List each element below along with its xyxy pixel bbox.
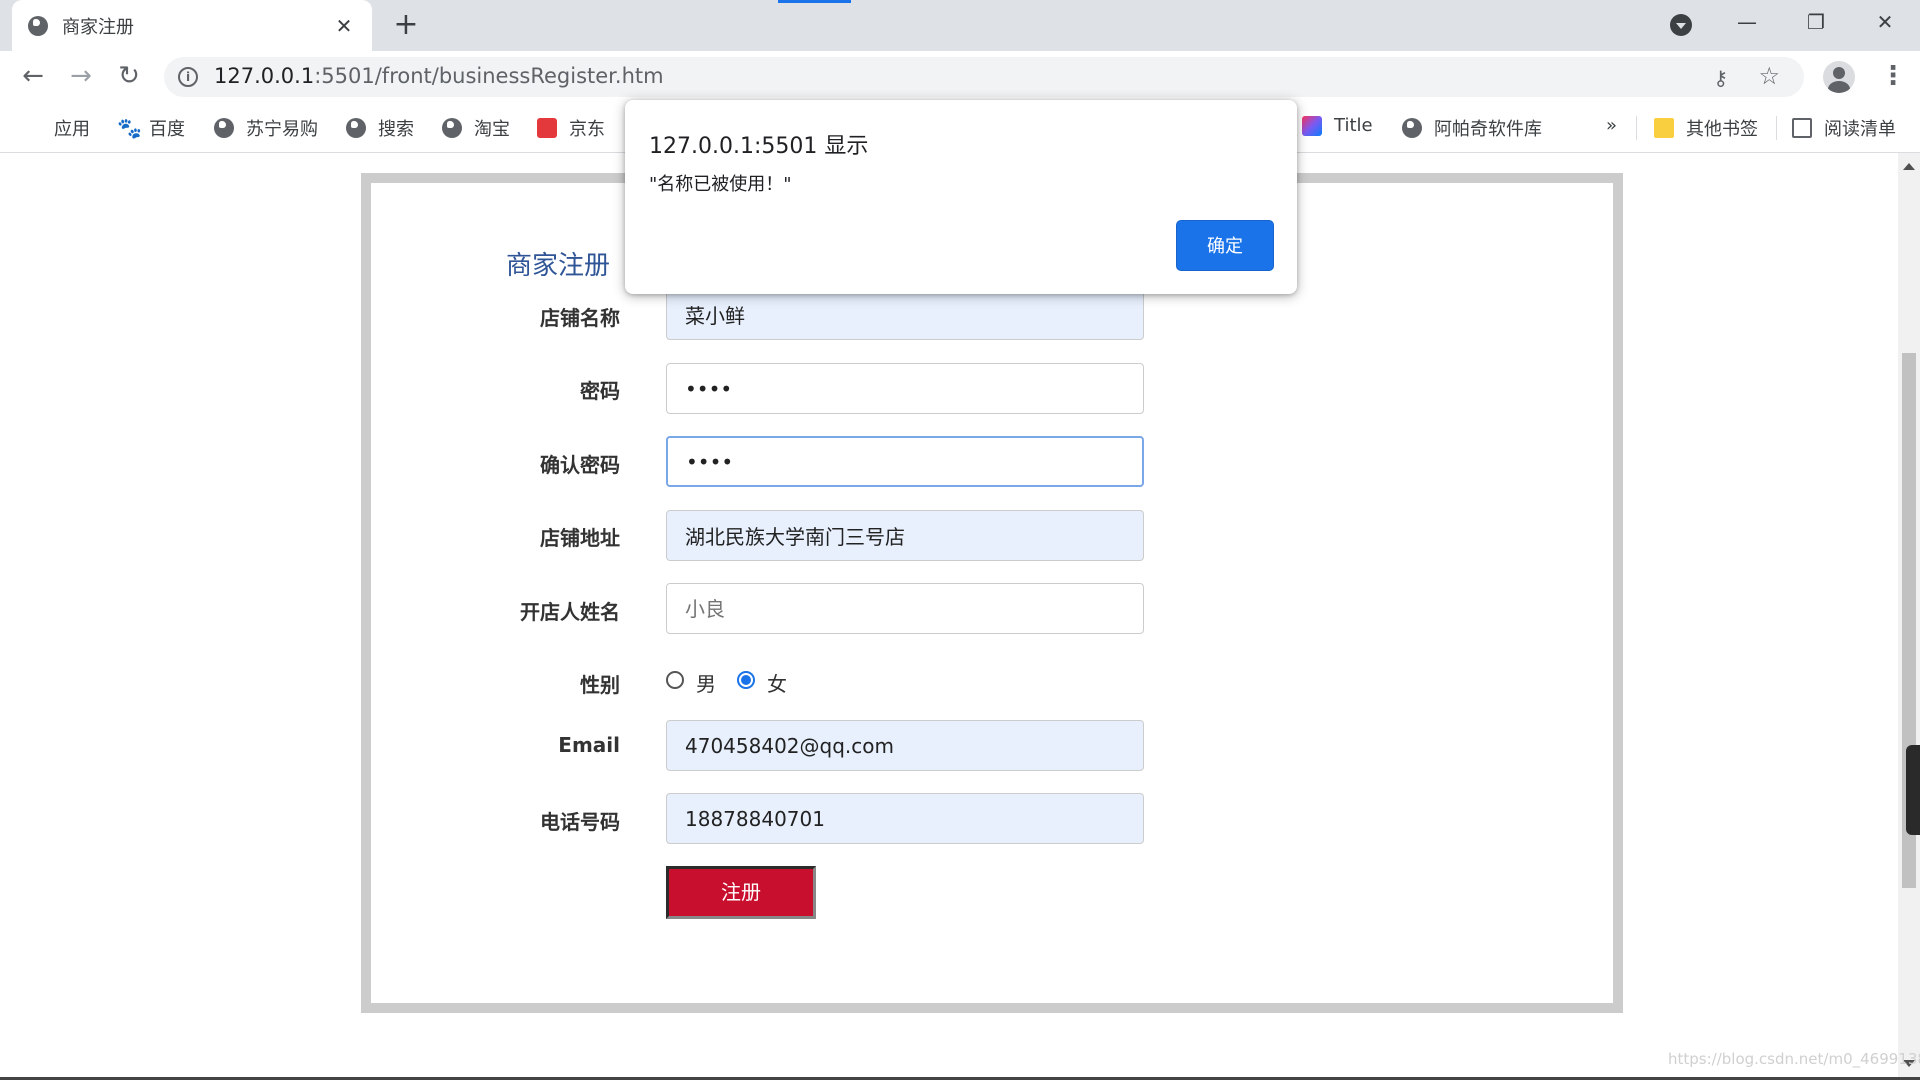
bookmark-taobao[interactable]: 淘宝 — [442, 115, 510, 141]
gender-male-radio[interactable] — [666, 671, 684, 689]
address-bar[interactable]: i 127.0.0.1:5501/front/businessRegister.… — [164, 57, 1804, 97]
bookmark-label: 百度 — [149, 119, 185, 140]
reading-list-button[interactable]: 阅读清单 — [1792, 115, 1896, 141]
bookmark-star-icon[interactable]: ☆ — [1758, 62, 1780, 90]
key-icon[interactable]: ⚷ — [1713, 66, 1728, 90]
label-shop-name: 店铺名称 — [540, 306, 620, 330]
tab-loading-indicator — [778, 0, 851, 3]
bookmarks-separator — [1776, 116, 1777, 140]
gender-female-label[interactable]: 女 — [767, 668, 787, 697]
restore-button[interactable]: ❐ — [1787, 0, 1845, 46]
label-phone: 电话号码 — [540, 810, 620, 834]
url-text: 127.0.0.1:5501/front/businessRegister.ht… — [214, 64, 664, 88]
bookmark-jd[interactable]: 京东 — [537, 115, 605, 141]
bookmark-other[interactable]: 其他书签 — [1654, 115, 1758, 141]
bookmark-label: Title — [1334, 115, 1373, 136]
bookmark-apps[interactable]: 应用 — [22, 115, 90, 141]
bookmark-label: 搜索 — [378, 119, 414, 140]
bookmark-label: 苏宁易购 — [246, 119, 318, 140]
browser-toolbar: ← → ↻ i 127.0.0.1:5501/front/businessReg… — [0, 51, 1920, 102]
reading-list-icon — [1792, 118, 1812, 138]
side-widget-handle[interactable] — [1906, 745, 1920, 835]
intellij-icon — [1302, 115, 1322, 136]
bookmark-label: 应用 — [54, 119, 90, 140]
baidu-icon: 🐾 — [117, 116, 142, 140]
phone-input[interactable] — [666, 793, 1144, 844]
register-button[interactable]: 注册 — [666, 866, 816, 919]
bookmark-apache[interactable]: 阿帕奇软件库 — [1402, 115, 1542, 141]
back-button[interactable]: ← — [18, 62, 48, 92]
globe-icon — [1402, 118, 1422, 138]
site-info-icon[interactable]: i — [178, 67, 198, 87]
tab-search-icon[interactable] — [1670, 14, 1692, 36]
gender-female-radio[interactable] — [737, 671, 755, 689]
browser-tab[interactable]: 商家注册 ✕ — [12, 0, 372, 51]
form-title: 商家注册 — [506, 251, 611, 281]
new-tab-button[interactable]: + — [390, 10, 422, 42]
jd-icon — [537, 118, 557, 138]
owner-name-input[interactable] — [666, 583, 1144, 634]
password-input[interactable] — [666, 363, 1144, 414]
label-shop-address: 店铺地址 — [540, 526, 620, 550]
page-scrollbar[interactable] — [1898, 153, 1920, 1080]
label-email: Email — [558, 733, 620, 757]
email-input[interactable] — [666, 720, 1144, 771]
confirm-password-input[interactable] — [666, 436, 1144, 487]
browser-menu-button[interactable]: ⋮ — [1880, 61, 1906, 91]
gender-male-label[interactable]: 男 — [696, 668, 716, 697]
folder-icon — [1654, 118, 1674, 138]
forward-button[interactable]: → — [66, 62, 96, 92]
dialog-ok-button[interactable]: 确定 — [1176, 220, 1274, 271]
bookmark-label: 阅读清单 — [1824, 119, 1896, 140]
profile-avatar[interactable] — [1823, 61, 1855, 93]
url-host: 127.0.0.1 — [214, 64, 315, 88]
tab-strip: 商家注册 ✕ + — ❐ ✕ — [0, 0, 1920, 51]
label-confirm-password: 确认密码 — [540, 453, 620, 477]
bookmark-baidu[interactable]: 🐾 百度 — [117, 115, 185, 141]
bookmarks-separator — [1636, 116, 1637, 140]
globe-icon — [346, 118, 366, 138]
bookmark-suning[interactable]: 苏宁易购 — [214, 115, 318, 141]
label-owner-name: 开店人姓名 — [520, 600, 620, 624]
bookmark-label: 京东 — [569, 119, 605, 140]
tab-title: 商家注册 — [62, 16, 134, 38]
globe-icon — [442, 118, 462, 138]
bookmark-label: 淘宝 — [474, 119, 510, 140]
dialog-message: "名称已被使用！" — [649, 174, 792, 195]
bookmark-title[interactable]: Title — [1302, 115, 1373, 136]
watermark-text: https://blog.csdn.net/m0_46991388 — [1668, 1050, 1920, 1068]
shop-address-input[interactable] — [666, 510, 1144, 561]
bookmarks-overflow-button[interactable]: » — [1606, 115, 1617, 136]
close-window-button[interactable]: ✕ — [1856, 0, 1914, 46]
url-path: :5501/front/businessRegister.htm — [314, 64, 664, 88]
bookmark-label: 其他书签 — [1686, 119, 1758, 140]
label-gender: 性别 — [580, 673, 620, 697]
tab-close-button[interactable]: ✕ — [332, 14, 356, 38]
label-password: 密码 — [580, 379, 620, 403]
bookmark-label: 阿帕奇软件库 — [1434, 119, 1542, 140]
bookmark-search[interactable]: 搜索 — [346, 115, 414, 141]
reload-button[interactable]: ↻ — [114, 62, 144, 92]
shop-name-input[interactable] — [666, 289, 1144, 340]
minimize-button[interactable]: — — [1718, 0, 1776, 46]
globe-icon — [28, 15, 48, 36]
alert-dialog: 127.0.0.1:5501 显示 "名称已被使用！" 确定 — [625, 100, 1297, 294]
apps-icon — [22, 118, 42, 138]
dialog-title: 127.0.0.1:5501 显示 — [649, 134, 869, 159]
scroll-up-arrow-icon[interactable] — [1903, 163, 1915, 170]
globe-icon — [214, 118, 234, 138]
